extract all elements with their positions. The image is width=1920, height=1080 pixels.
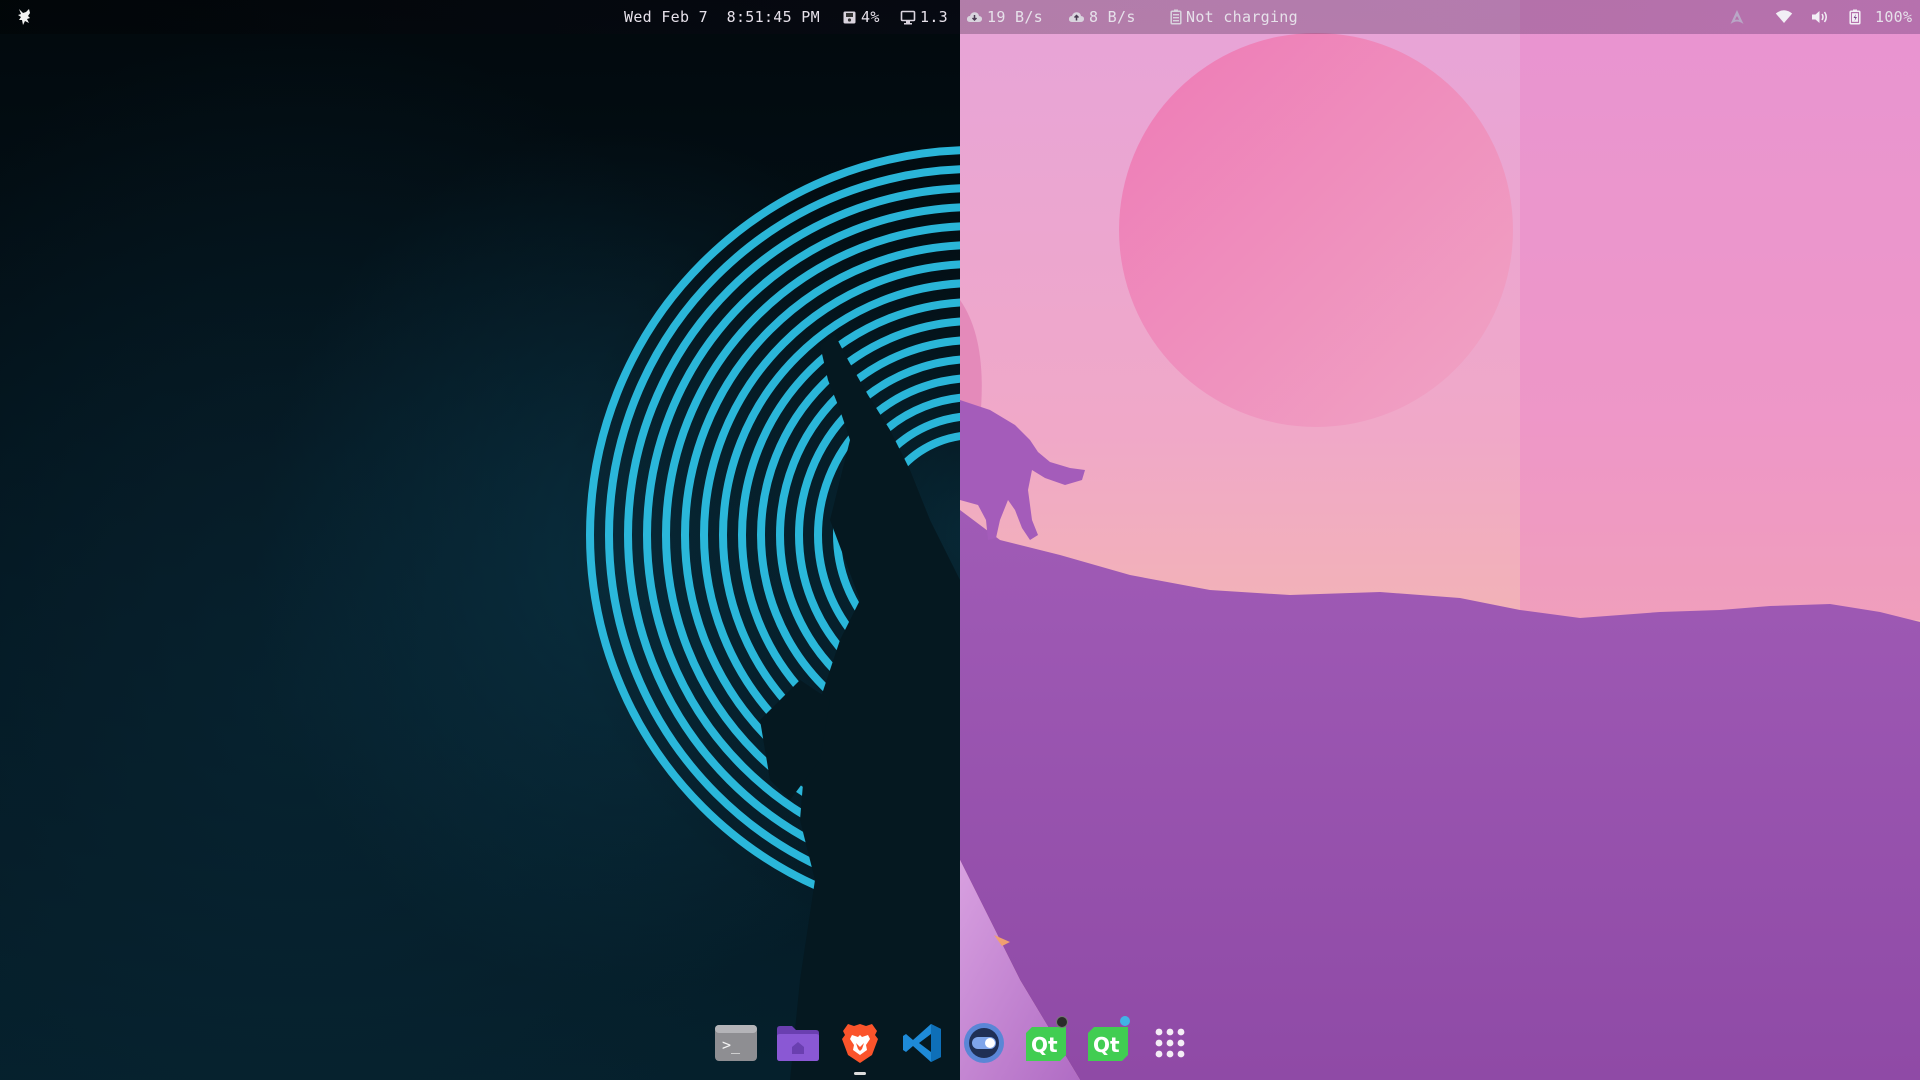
battery-level-value: 100% <box>1875 8 1913 26</box>
download-speed-value: 19 B/s <box>987 8 1043 26</box>
qt-logo-label: Qt <box>1031 1033 1058 1057</box>
dock-app-qt[interactable]: Qt <box>1022 1016 1070 1067</box>
download-speed-widget[interactable]: 19 B/s <box>966 0 1043 34</box>
battery-tray[interactable]: 100% <box>1849 0 1912 34</box>
wolf-logo-icon <box>18 9 30 25</box>
qt-designer-icon: Qt <box>1088 1027 1128 1061</box>
terminal-prompt-label: >_ <box>722 1036 741 1054</box>
wallpaper-left-panel <box>0 0 960 1080</box>
upload-speed-value: 8 B/s <box>1089 8 1136 26</box>
disk-icon <box>843 11 856 23</box>
dock-app-grid[interactable] <box>1146 1019 1194 1067</box>
upload-speed-widget[interactable]: 8 B/s <box>1068 0 1136 34</box>
disk-usage-value: 4% <box>861 8 880 26</box>
brave-lion-icon <box>842 1024 878 1063</box>
running-indicator <box>854 1072 866 1075</box>
wifi-icon <box>1775 10 1793 23</box>
wallpaper <box>0 0 1920 1080</box>
sunset-landscape-art <box>960 0 1920 1080</box>
wifi-tray[interactable] <box>1775 0 1793 34</box>
system-menu-button[interactable] <box>14 0 36 34</box>
desktop: Wed Feb 7 8:51:45 PM 4% 1.3 19 B/s 8 B/s… <box>0 0 1920 1080</box>
arch-icon <box>1730 10 1744 24</box>
qt-badge <box>1056 1016 1068 1028</box>
top-panel: Wed Feb 7 8:51:45 PM 4% 1.3 19 B/s 8 B/s… <box>0 0 1920 34</box>
arch-updates-tray[interactable] <box>1729 0 1745 34</box>
clock-widget[interactable]: Wed Feb 7 8:51:45 PM <box>624 0 820 34</box>
power-status-text: Not charging <box>1186 8 1298 26</box>
toggle-icon <box>964 1023 1004 1063</box>
sun-shape <box>1119 33 1513 427</box>
dock-app-vscode[interactable] <box>898 1019 946 1067</box>
cloud-upload-icon <box>1068 11 1085 22</box>
cloud-download-icon <box>966 11 983 22</box>
dock-app-files[interactable] <box>774 1019 822 1067</box>
folder-icon <box>777 1026 819 1061</box>
dock-app-terminal[interactable]: >_ <box>712 1019 760 1067</box>
app-grid-icon <box>1155 1028 1185 1058</box>
concentric-rings-art <box>555 115 960 1080</box>
battery-icon <box>1849 9 1861 25</box>
volume-tray[interactable] <box>1811 0 1829 34</box>
qt-designer-logo-label: Qt <box>1093 1033 1120 1057</box>
dock: >_ Qt Qt <box>712 1016 1194 1075</box>
disk-usage-widget[interactable]: 4% <box>842 0 880 34</box>
volume-icon <box>1812 11 1827 23</box>
qt-designer-badge <box>1120 1016 1130 1026</box>
vscode-icon <box>903 1024 941 1062</box>
wallpaper-right-panel <box>960 0 1920 1080</box>
dock-app-qt-designer[interactable]: Qt <box>1084 1016 1132 1067</box>
clock-text: Wed Feb 7 8:51:45 PM <box>624 8 820 26</box>
qt-icon: Qt <box>1026 1027 1066 1061</box>
battery-outline-icon <box>1170 9 1182 25</box>
terminal-icon: >_ <box>715 1025 757 1061</box>
cpu-load-value: 1.3 <box>920 8 948 26</box>
power-status-widget[interactable]: Not charging <box>1170 0 1298 34</box>
monitor-icon <box>900 10 916 24</box>
dock-app-brave[interactable] <box>836 1019 884 1075</box>
dock-app-toggle[interactable] <box>960 1019 1008 1067</box>
cpu-load-widget[interactable]: 1.3 <box>900 0 948 34</box>
